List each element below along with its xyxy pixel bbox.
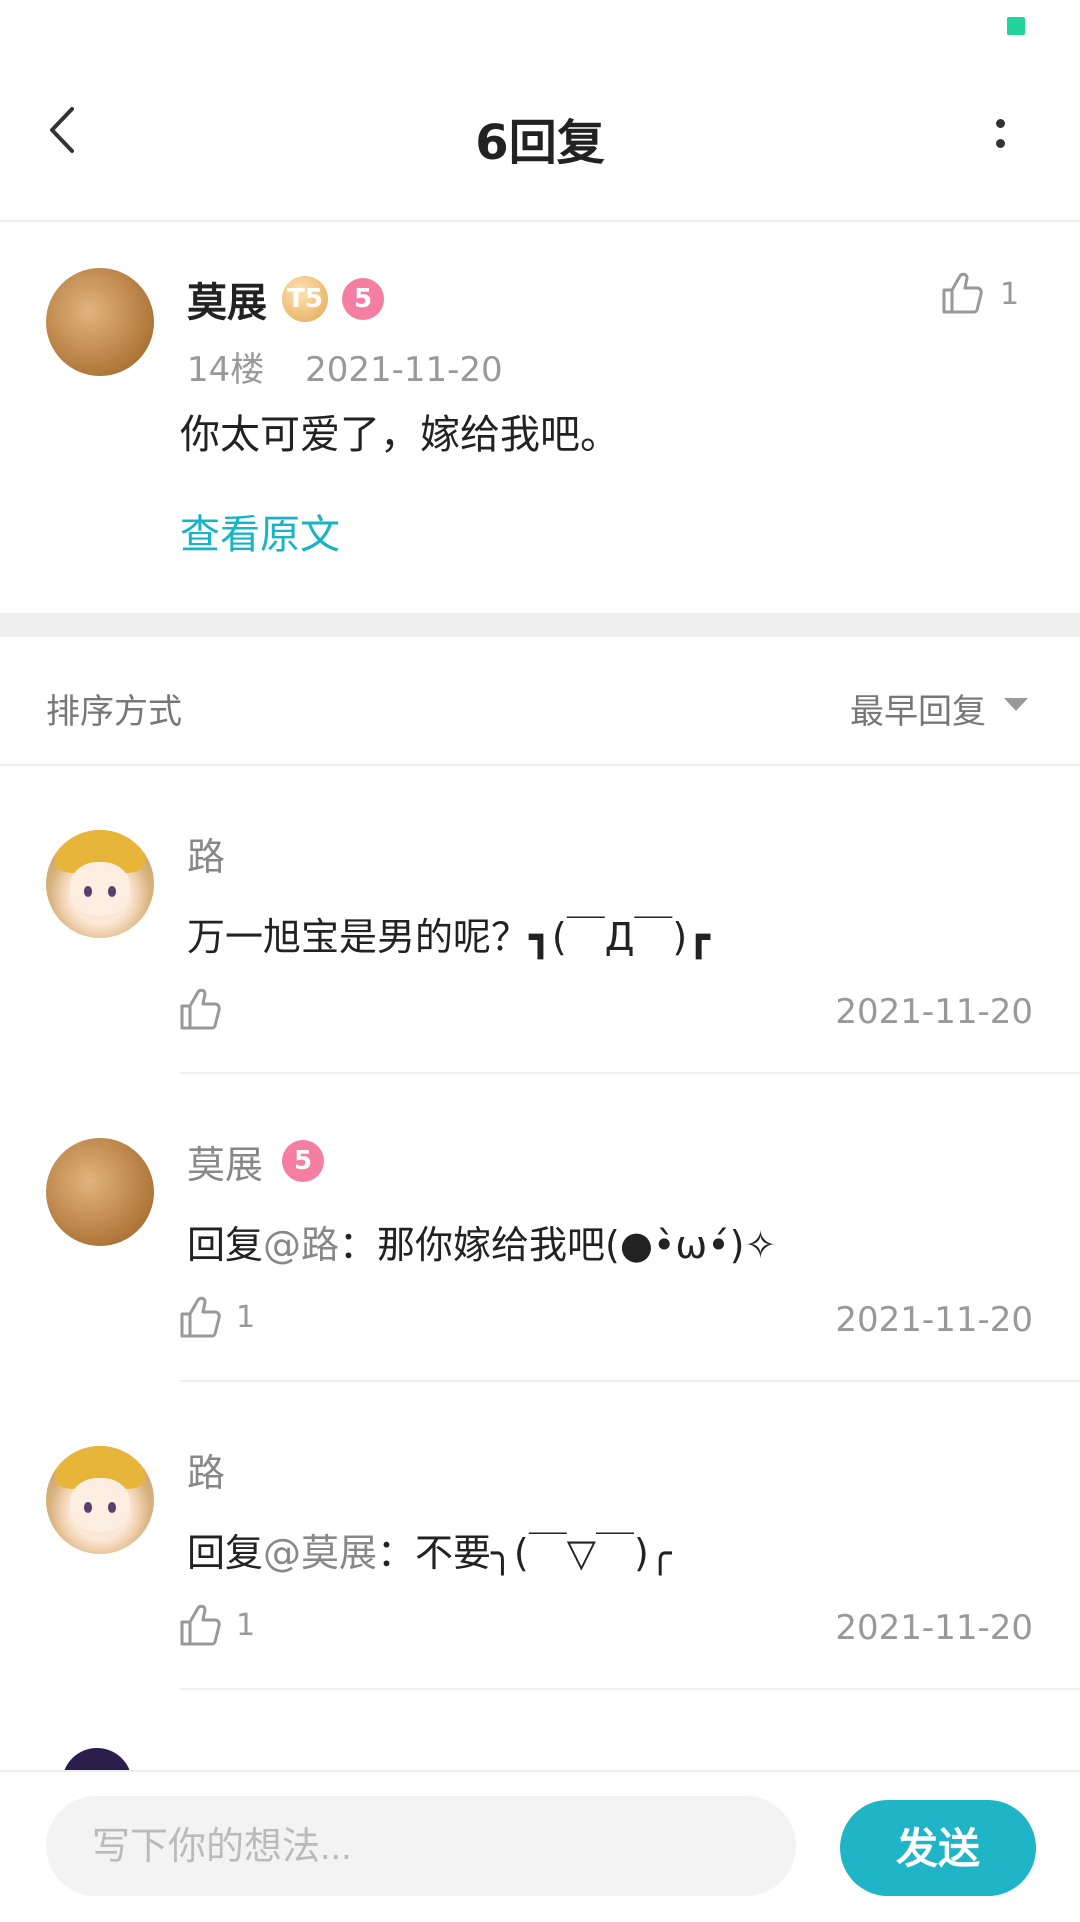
thumbs-up-icon xyxy=(180,988,221,1030)
avatar[interactable] xyxy=(46,830,154,938)
like-count: 1 xyxy=(236,1300,256,1335)
like-count: 1 xyxy=(1000,277,1020,312)
comment-input[interactable] xyxy=(90,1796,754,1898)
level-badge: 5 xyxy=(342,278,384,320)
thumbs-up-icon xyxy=(942,272,983,314)
post-date: 2021-11-20 xyxy=(305,350,503,390)
level-badge: 5 xyxy=(282,1140,324,1182)
post-content: 你太可爱了，嫁给我吧。 xyxy=(180,412,620,458)
post-author[interactable]: 莫展 xyxy=(187,270,267,328)
comment-input-container xyxy=(46,1796,796,1898)
reply-body: ：那你嫁给我吧(●•̀ω•́)✧ xyxy=(339,1223,777,1267)
post-floor: 14楼 xyxy=(187,350,265,390)
reply-text: 回复@莫展：不要╮(￣▽￣)╭ xyxy=(187,1522,672,1577)
mention-link[interactable]: @莫展 xyxy=(263,1531,377,1575)
caret-down-icon[interactable] xyxy=(1004,698,1028,711)
divider xyxy=(0,220,1080,222)
reply-item: 路 万一旭宝是男的呢？┓(￣Д￣)┏ 2021-11-20 xyxy=(0,766,1080,1074)
thumbs-up-icon xyxy=(180,1296,221,1338)
reply-prefix: 回复 xyxy=(187,1531,264,1575)
reply-author[interactable]: 路 xyxy=(187,826,225,881)
reply-text: 回复@路：那你嫁给我吧(●•̀ω•́)✧ xyxy=(187,1214,776,1269)
reply-prefix: 回复 xyxy=(187,1223,264,1267)
level-badge-t: T5 xyxy=(282,276,328,322)
comment-composer: 发送 xyxy=(0,1770,1080,1922)
page-title: 6回复 xyxy=(475,115,605,171)
reply-item: 莫展 5 回复@路：那你嫁给我吧(●•̀ω•́)✧ 1 2021-11-20 xyxy=(0,1074,1080,1382)
avatar[interactable] xyxy=(46,268,154,376)
like-button[interactable] xyxy=(178,986,224,1032)
mention-link[interactable]: @路 xyxy=(263,1223,339,1267)
reply-body: ：不要╮(￣▽￣)╭ xyxy=(377,1531,672,1575)
like-button[interactable] xyxy=(178,1602,224,1648)
reply-date: 2021-11-20 xyxy=(835,1608,1033,1648)
reply-date: 2021-11-20 xyxy=(835,1300,1033,1340)
reply-date: 2021-11-20 xyxy=(835,992,1033,1032)
more-options-button[interactable] xyxy=(980,115,1020,155)
view-original-link[interactable]: 查看原文 xyxy=(180,502,340,560)
like-count: 1 xyxy=(236,1608,256,1643)
sort-dropdown[interactable]: 最早回复 xyxy=(850,684,986,733)
status-indicator xyxy=(1007,17,1025,35)
section-separator xyxy=(0,613,1080,637)
avatar[interactable] xyxy=(46,1446,154,1554)
thumbs-up-icon xyxy=(180,1604,221,1646)
reply-text: 万一旭宝是男的呢？┓(￣Д￣)┏ xyxy=(187,915,711,959)
sort-label: 排序方式 xyxy=(46,692,182,732)
reply-author[interactable]: 路 xyxy=(187,1442,225,1497)
header: 6回复 xyxy=(0,60,1080,220)
post-meta: 14楼 2021-11-20 xyxy=(187,342,533,391)
like-button[interactable] xyxy=(940,270,986,316)
reply-author[interactable]: 莫展 xyxy=(187,1134,263,1189)
avatar[interactable] xyxy=(46,1138,154,1246)
send-button[interactable]: 发送 xyxy=(840,1800,1036,1896)
divider xyxy=(180,1688,1080,1690)
like-button[interactable] xyxy=(178,1294,224,1340)
reply-item: 路 回复@莫展：不要╮(￣▽￣)╭ 1 2021-11-20 xyxy=(0,1382,1080,1690)
